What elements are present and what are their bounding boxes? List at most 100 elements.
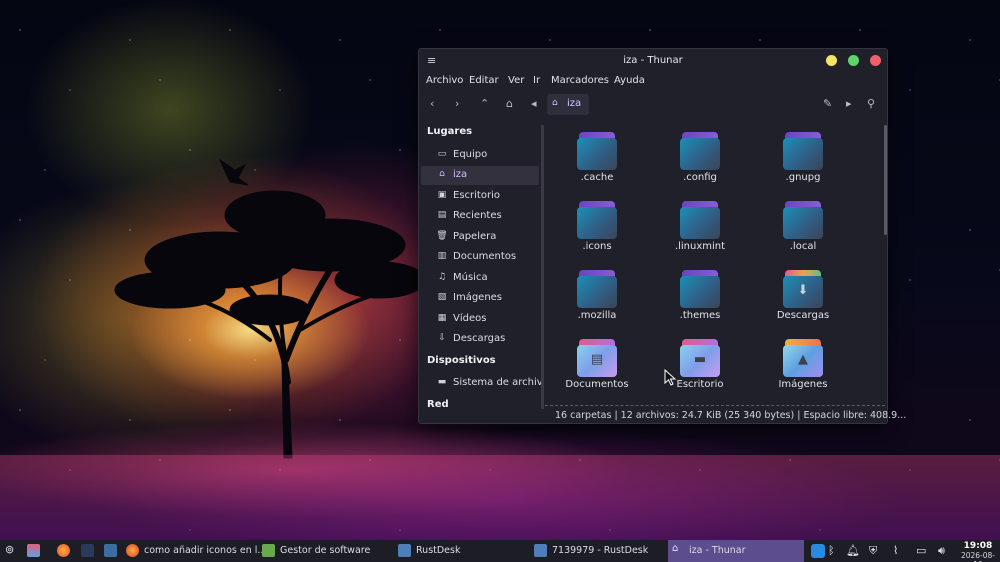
sidebar-item-label: Recientes <box>453 210 502 221</box>
sidebar-item-equipo[interactable]: ▭ Equipo <box>421 146 539 165</box>
up-icon[interactable]: ⌃ <box>480 97 489 110</box>
file-name: .linuxmint <box>674 241 726 252</box>
file-item[interactable]: .config <box>650 124 750 190</box>
sidebar-header-devices: Dispositivos <box>427 355 496 366</box>
home-icon[interactable]: ⌂ <box>506 97 513 110</box>
file-item[interactable]: .local <box>753 193 853 259</box>
task-rustdesk[interactable]: RustDesk <box>398 540 530 562</box>
volume-icon[interactable]: 🔊︎ <box>938 544 945 558</box>
network-icon[interactable]: ⌇ <box>893 544 898 557</box>
rustdesk-icon <box>534 544 547 557</box>
file-item[interactable]: ▤ Documentos <box>547 331 647 397</box>
folder-icon <box>783 132 823 170</box>
file-item[interactable]: ▲ Imágenes <box>753 331 853 397</box>
pictures-folder-icon: ▲ <box>783 339 823 377</box>
breadcrumb-home-icon: ⌂ <box>552 98 558 108</box>
task-software-manager[interactable]: Gestor de software <box>262 540 394 562</box>
sidebar-item-label: Equipo <box>453 149 488 160</box>
software-manager-icon <box>262 544 275 557</box>
menu-ir[interactable]: Ir <box>533 75 540 86</box>
task-thunar[interactable]: ⌂ iza - Thunar <box>668 540 804 562</box>
status-text: 16 carpetas | 12 archivos: 24.7 KiB (25 … <box>555 410 907 421</box>
update-shield-icon[interactable]: ⛨ <box>869 544 877 558</box>
sidebar-item-musica[interactable]: ♫ Música <box>421 269 539 288</box>
sidebar-item-papelera[interactable]: 🗑 Papelera <box>421 228 539 247</box>
sidebar-item-recientes[interactable]: ▤ Recientes <box>421 207 539 226</box>
minimize-button[interactable] <box>826 55 837 66</box>
file-name: Imágenes <box>778 379 828 390</box>
search-icon[interactable]: ⚲ <box>867 97 875 110</box>
sidebar-item-escritorio[interactable]: ▣ Escritorio <box>421 187 539 206</box>
rustdesk-tray-icon[interactable] <box>811 544 825 558</box>
vertical-scrollbar[interactable] <box>884 125 887 235</box>
recent-icon: ▤ <box>437 210 447 220</box>
sidebar-item-label: Escritorio <box>453 190 500 201</box>
menu-marcadores[interactable]: Marcadores <box>551 75 609 86</box>
battery-icon[interactable]: ▭ <box>916 544 926 557</box>
bluetooth-icon[interactable]: ᛒ <box>828 544 835 557</box>
breadcrumb-label: iza <box>567 98 582 109</box>
task-rustdesk-session[interactable]: 7139979 - RustDesk <box>534 540 666 562</box>
task-label: Gestor de software <box>280 545 371 556</box>
downloads-icon: ⇩ <box>438 333 446 343</box>
file-item[interactable]: .themes <box>650 262 750 328</box>
task-firefox[interactable]: como añadir iconos en l... <box>126 540 266 562</box>
menu-ayuda[interactable]: Ayuda <box>614 75 645 86</box>
toolbar: ‹ › ⌃ ⌂ ◂ ⌂ iza ✎ ▸ ⚲ <box>419 92 887 118</box>
sidebar-splitter[interactable] <box>541 125 544 409</box>
file-name: .icons <box>582 241 612 252</box>
back-icon[interactable]: ‹ <box>430 97 434 110</box>
file-item[interactable]: .icons <box>547 193 647 259</box>
clock[interactable]: 19:08 2026-08-10 <box>958 541 998 562</box>
file-item[interactable]: .gnupg <box>753 124 853 190</box>
sidebar-item-videos[interactable]: ▦ Vídeos <box>421 310 539 329</box>
title-bar[interactable]: ≡ iza - Thunar <box>419 49 887 73</box>
folder-icon <box>680 270 720 308</box>
sidebar-header-network: Red <box>427 399 449 410</box>
folder-icon <box>783 201 823 239</box>
edit-path-icon[interactable]: ✎ <box>823 97 832 110</box>
task-label: 7139979 - RustDesk <box>552 545 649 556</box>
sidebar-item-imagenes[interactable]: ▧ Imágenes <box>421 289 539 308</box>
menu-archivo[interactable]: Archivo <box>426 75 463 86</box>
menu-editar[interactable]: Editar <box>469 75 499 86</box>
folder-icon <box>577 270 617 308</box>
sidebar-header-places: Lugares <box>427 126 473 137</box>
sidebar-item-descargas[interactable]: ⇩ Descargas <box>421 330 539 349</box>
file-manager-window[interactable]: ≡ iza - Thunar Archivo Editar Ver Ir Mar… <box>418 48 906 424</box>
file-item[interactable]: ▬ Escritorio <box>650 331 750 397</box>
path-left-arrow-icon[interactable]: ◂ <box>531 97 537 110</box>
file-item[interactable]: .cache <box>547 124 647 190</box>
maximize-button[interactable] <box>848 55 859 66</box>
documents-folder-icon: ▤ <box>577 339 617 377</box>
sidebar-item-label: Música <box>453 272 488 283</box>
drive-icon: ▬ <box>437 377 447 387</box>
trash-icon: 🗑 <box>436 231 448 241</box>
downloads-folder-icon: ⬇ <box>783 270 823 308</box>
file-name: .cache <box>580 172 614 183</box>
file-item[interactable]: .linuxmint <box>650 193 750 259</box>
sidebar-item-label: Papelera <box>453 231 497 242</box>
sidebar-item-documentos[interactable]: ▥ Documentos <box>421 248 539 267</box>
breadcrumb[interactable]: ⌂ iza <box>547 94 589 115</box>
sidebar-item-iza[interactable]: ⌂ iza <box>421 166 539 185</box>
path-right-arrow-icon[interactable]: ▸ <box>846 97 852 110</box>
forward-icon[interactable]: › <box>455 97 459 110</box>
sidebar-item-sistema-de-archivos[interactable]: ▬ Sistema de archivos <box>421 374 541 393</box>
sidebar-item-label: Descargas <box>453 333 506 344</box>
close-button[interactable] <box>870 55 881 66</box>
start-menu-icon[interactable]: ⊚ <box>5 543 14 556</box>
file-item[interactable]: ⬇ Descargas <box>753 262 853 328</box>
file-item[interactable]: .mozilla <box>547 262 647 328</box>
images-icon: ▧ <box>437 292 447 302</box>
home-icon: ⌂ <box>439 169 445 179</box>
folder-icon <box>577 201 617 239</box>
notifications-icon[interactable]: 🔔︎ <box>846 544 860 557</box>
menu-ver[interactable]: Ver <box>508 75 524 86</box>
sidebar-item-label: Documentos <box>453 251 517 262</box>
file-name: .themes <box>679 310 721 321</box>
folder-icon <box>680 201 720 239</box>
taskbar: ⊚ como añadir iconos en l... Gestor de s… <box>0 540 1000 562</box>
clock-date: 2026-08-10 <box>960 551 996 562</box>
task-label: como añadir iconos en l... <box>144 545 267 556</box>
